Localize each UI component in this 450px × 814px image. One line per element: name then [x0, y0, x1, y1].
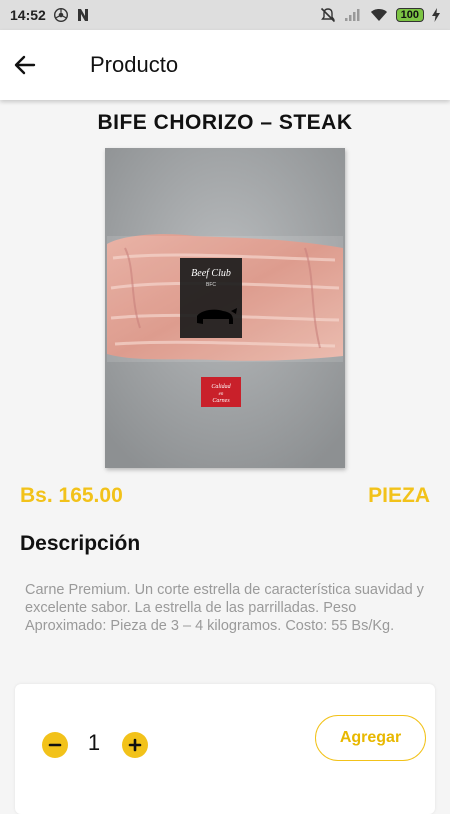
product-detail: BIFE CHORIZO – STEAK Beef Club BFC Calid…: [0, 100, 450, 814]
product-photo: Beef Club BFC Calidad en Carnes: [105, 148, 345, 468]
quantity-value: 1: [87, 730, 101, 755]
status-right: 100: [320, 7, 440, 23]
description-heading: Descripción: [20, 532, 141, 555]
arrow-back-icon: [13, 53, 37, 77]
mute-icon: [320, 7, 336, 23]
back-button[interactable]: [0, 30, 50, 100]
minus-icon: [48, 738, 62, 752]
product-price: Bs. 165.00: [20, 484, 123, 507]
n-icon: [76, 8, 90, 22]
add-to-cart-button[interactable]: Agregar: [315, 715, 426, 761]
svg-text:en: en: [219, 392, 224, 397]
status-left: 14:52: [10, 7, 90, 23]
product-unit: PIEZA: [368, 484, 430, 507]
decrease-quantity-button[interactable]: [42, 732, 68, 758]
wifi-icon: [370, 8, 388, 22]
status-time: 14:52: [10, 7, 46, 23]
app-bar: Producto: [0, 30, 450, 100]
status-bar: 14:52 100: [0, 0, 450, 30]
plus-icon: [128, 738, 142, 752]
svg-text:Carnes: Carnes: [212, 398, 230, 404]
description-text: Carne Premium. Un corte estrella de cara…: [25, 582, 424, 634]
chrome-icon: [53, 8, 68, 22]
add-to-cart-card: 1 Agregar: [15, 684, 435, 814]
svg-text:Beef Club: Beef Club: [191, 268, 231, 279]
svg-text:BFC: BFC: [206, 282, 216, 288]
product-image: Beef Club BFC Calidad en Carnes: [105, 148, 345, 468]
battery-icon: 100: [395, 8, 424, 22]
signal-icon: [344, 8, 362, 22]
increase-quantity-button[interactable]: [122, 732, 148, 758]
product-name: BIFE CHORIZO – STEAK: [97, 111, 353, 134]
charging-icon: [432, 8, 440, 22]
svg-text:Calidad: Calidad: [211, 384, 231, 390]
page-title: Producto: [90, 52, 179, 77]
